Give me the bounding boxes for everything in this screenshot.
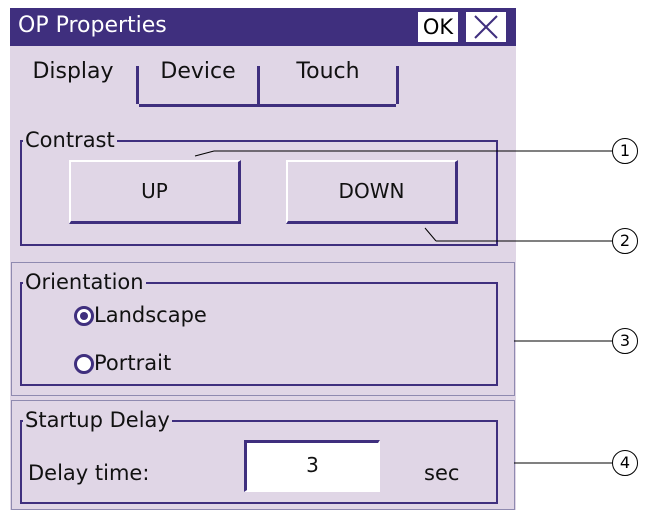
callout-lines: [194, 150, 612, 464]
callout-1: 1: [612, 138, 638, 164]
callout-4: 4: [612, 450, 638, 476]
callout-2: 2: [612, 228, 638, 254]
callout-3: 3: [612, 328, 638, 354]
